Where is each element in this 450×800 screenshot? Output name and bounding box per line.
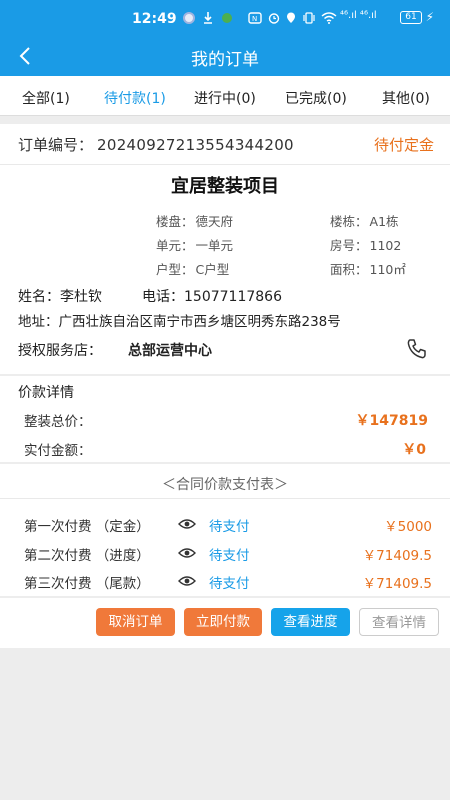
total-price-label: 整装总价： (24, 414, 92, 430)
eye-icon[interactable] (178, 575, 196, 587)
nfc-icon: N (248, 12, 262, 24)
wifi-icon (321, 12, 337, 24)
unit-value: 一单元 (195, 238, 234, 253)
name-label: 姓名： (18, 289, 60, 305)
order-tabs: 全部(1) 待付款(1) 进行中(0) 已完成(0) 其他(0) (0, 76, 450, 116)
charging-icon: ⚡ (425, 10, 434, 24)
tab-all[interactable]: 全部(1) (22, 88, 70, 108)
location-icon (287, 12, 295, 23)
service-store: 授权服务店： 总部运营中心 (18, 340, 212, 360)
order-status-badge: 待付定金 (373, 136, 434, 154)
view-progress-button[interactable]: 查看进度 (271, 608, 350, 636)
eye-icon[interactable] (178, 547, 196, 559)
order-number: 订单编号： 20240927213554344200 (18, 134, 294, 155)
customer-name: 李杜钦 (60, 289, 102, 305)
cancel-order-button[interactable]: 取消订单 (96, 608, 175, 636)
customer-phone: 15077117866 (184, 289, 282, 305)
address-line: 地址：广西壮族自治区南宁市西乡塘区明秀东路238号 (18, 310, 341, 330)
room-label: 房号： (330, 238, 368, 253)
payment-amount: ￥71409.5 (362, 576, 432, 592)
paid-amount-value: ￥0 (402, 442, 426, 458)
estate-value: 德天府 (195, 214, 234, 229)
order-number-value: 20240927213554344200 (97, 136, 294, 154)
tab-completed[interactable]: 已完成(0) (285, 88, 347, 108)
wechat-icon (222, 13, 232, 23)
schedule-title: ＜合同价款支付表＞ (162, 477, 288, 493)
project-title: 宜居整装项目 (171, 176, 279, 197)
area-label: 面积： (330, 262, 368, 277)
eye-icon[interactable] (178, 518, 196, 530)
vibrate-icon (303, 12, 315, 24)
building-field: 楼栋： A1栋 (330, 211, 399, 230)
alarm-icon (268, 13, 280, 24)
layout-label: 户型： (156, 262, 194, 277)
order-number-label: 订单编号： (18, 136, 94, 154)
status-time: 12:49 (132, 11, 177, 27)
payment-status[interactable]: 待支付 (209, 515, 250, 535)
estate-label: 楼盘： (156, 214, 194, 229)
payment-amount: ￥5000 (384, 519, 432, 535)
price-heading: 价款详情 (18, 385, 74, 401)
view-details-button[interactable]: 查看详情 (359, 608, 439, 636)
title-bar: 我的订单 (0, 36, 450, 76)
order-card: 订单编号： 20240927213554344200 待付定金 宜居整装项目 楼盘… (0, 124, 450, 374)
app-notification-icon (183, 12, 195, 24)
payment-status[interactable]: 待支付 (209, 572, 250, 592)
phone-label: 电话： (142, 289, 184, 305)
phone-icon[interactable] (405, 337, 429, 361)
payment-amount: ￥71409.5 (362, 548, 432, 564)
divider (0, 498, 450, 499)
battery-icon: 61 (400, 11, 422, 24)
payment-label: 第一次付费 （定金） (24, 519, 150, 535)
building-value: A1栋 (369, 214, 399, 229)
pay-now-button[interactable]: 立即付款 (184, 608, 262, 636)
price-details: 价款详情 整装总价： ￥147819 实付金额： ￥0 (0, 376, 450, 462)
payment-label: 第二次付费 （进度） (24, 548, 150, 564)
layout-field: 户型： C户型 (156, 259, 229, 278)
payment-schedule: ＜合同价款支付表＞ 第一次付费 （定金） 待支付 ￥5000 第二次付费 （进度… (0, 464, 450, 596)
unit-label: 单元： (156, 238, 194, 253)
svg-text:N: N (252, 15, 257, 23)
total-price-value: ￥147819 (355, 413, 428, 429)
download-icon (204, 12, 212, 24)
store-label: 授权服务店： (18, 343, 102, 359)
paid-amount-label: 实付金额： (24, 443, 92, 459)
tab-in-progress[interactable]: 进行中(0) (194, 88, 256, 108)
room-value: 1102 (369, 238, 402, 253)
estate-field: 楼盘： 德天府 (156, 211, 233, 230)
area-value: 110㎡ (369, 262, 406, 277)
room-field: 房号： 1102 (330, 235, 401, 254)
tab-pending-payment[interactable]: 待付款(1) (104, 88, 166, 108)
store-name: 总部运营中心 (128, 343, 212, 359)
unit-field: 单元： 一单元 (156, 235, 233, 254)
address-label: 地址： (18, 314, 59, 330)
building-label: 楼栋： (330, 214, 368, 229)
name-line: 姓名：李杜钦 (18, 286, 102, 306)
tab-other[interactable]: 其他(0) (382, 88, 430, 108)
status-bar: 12:49 N ⁴⁶.ıl ⁴⁶.ıl 61 ⚡ (0, 0, 450, 36)
customer-address: 广西壮族自治区南宁市西乡塘区明秀东路238号 (58, 314, 341, 330)
layout-value: C户型 (195, 262, 230, 277)
payment-label: 第三次付费 （尾款） (24, 576, 150, 592)
page-title: 我的订单 (191, 50, 259, 70)
payment-status[interactable]: 待支付 (209, 544, 250, 564)
signal-strength: ⁴⁶.ıl ⁴⁶.ıl (340, 10, 377, 21)
divider (0, 164, 450, 165)
phone-line: 电话：15077117866 (142, 286, 282, 306)
action-bar: 取消订单 立即付款 查看进度 查看详情 (0, 598, 450, 648)
area-field: 面积： 110㎡ (330, 259, 406, 278)
